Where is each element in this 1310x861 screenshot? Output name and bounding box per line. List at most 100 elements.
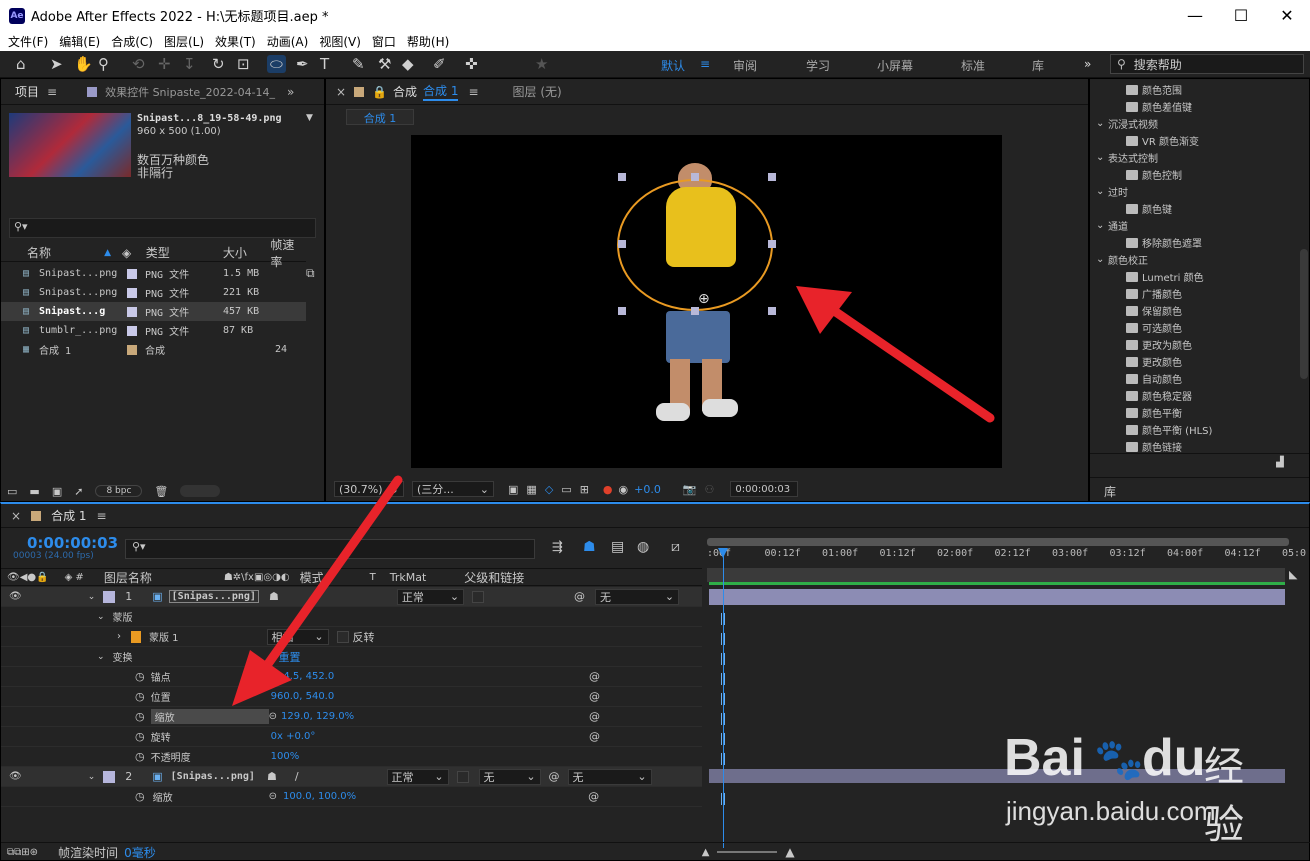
expression-icon[interactable]: @: [589, 670, 600, 683]
snapshot-region-icon[interactable]: ▣: [508, 483, 518, 496]
render-queue-icon[interactable]: ➚: [74, 485, 83, 498]
transform-group-row[interactable]: ⌄ 变换 重置: [1, 647, 702, 667]
flowchart-icon[interactable]: ⧉: [306, 266, 315, 281]
layer-label-chip[interactable]: [103, 770, 116, 783]
panel-menu-icon[interactable]: ≡: [468, 85, 478, 99]
invert-checkbox[interactable]: [336, 630, 349, 643]
graph-editor-icon[interactable]: ⧄: [671, 539, 680, 555]
layer-name[interactable]: [Snipas...png]: [168, 590, 259, 603]
menu-composition[interactable]: 合成(C): [111, 33, 153, 50]
text-tool-icon[interactable]: T: [320, 55, 329, 73]
stopwatch-icon[interactable]: ◷: [135, 710, 145, 723]
grid-icon[interactable]: ⊞: [580, 483, 589, 496]
comp-viewer[interactable]: ⊕: [411, 135, 1002, 468]
camera-icon[interactable]: 📷: [683, 483, 697, 496]
effect-category[interactable]: ⌄ 沉浸式视频: [1090, 115, 1158, 132]
effect-item[interactable]: 移除颜色遮罩: [1090, 234, 1202, 251]
eye-icon[interactable]: 👁: [9, 771, 22, 782]
mode-select[interactable]: 正常 ⌄: [386, 768, 449, 785]
resolution-select[interactable]: (三分... ⌄: [412, 481, 494, 497]
panel-menu-icon[interactable]: ≡: [97, 509, 107, 523]
trkmat-select[interactable]: 无 ⌄: [478, 768, 541, 785]
effect-item[interactable]: 颜色平衡 (HLS): [1090, 421, 1212, 438]
tab-timeline-comp[interactable]: 合成 1: [51, 507, 86, 524]
sort-up-icon[interactable]: ▲: [104, 248, 122, 258]
thumbnail-size-slider[interactable]: [180, 485, 221, 497]
rotate-tool-icon[interactable]: ↻: [212, 55, 225, 73]
pickwhip-icon[interactable]: @: [574, 590, 585, 603]
project-item-row[interactable]: ▦ 合成 1 合成 24: [1, 340, 306, 359]
pan-tool-icon[interactable]: ✛: [158, 55, 171, 73]
transform-handle[interactable]: [618, 307, 626, 315]
tab-layer[interactable]: 图层 (无): [513, 83, 562, 100]
shy-switch-icon[interactable]: ☗: [269, 590, 279, 603]
transparency-grid-icon[interactable]: ▦: [526, 483, 536, 496]
tab-library[interactable]: 库: [1104, 483, 1116, 500]
mask-row[interactable]: › 蒙版 1 相加 ⌄ 反转: [1, 627, 702, 647]
mode-select[interactable]: 正常 ⌄: [396, 588, 465, 605]
menu-view[interactable]: 视图(V): [319, 33, 361, 50]
property-row[interactable]: ◷ 不透明度 100%: [1, 747, 702, 767]
new-comp-icon[interactable]: ▣: [52, 485, 62, 498]
label-chip[interactable]: [127, 306, 137, 317]
effect-item[interactable]: Lumetri 颜色: [1090, 268, 1204, 285]
parent-select[interactable]: 无 ⌄: [567, 768, 652, 785]
effects-scrollbar[interactable]: [1300, 249, 1308, 379]
effect-item[interactable]: 可选颜色: [1090, 319, 1182, 336]
menu-edit[interactable]: 编辑(E): [59, 33, 100, 50]
motion-blur-icon[interactable]: ◍: [637, 539, 649, 555]
transform-handle[interactable]: [691, 173, 699, 181]
col-type[interactable]: 类型: [146, 244, 223, 261]
label-chip[interactable]: [127, 344, 137, 355]
color-manage-icon[interactable]: ◉: [619, 483, 629, 496]
minimize-button[interactable]: —: [1172, 0, 1218, 31]
chevron-down-icon[interactable]: ⌄: [88, 592, 96, 602]
eraser-tool-icon[interactable]: ◆: [402, 55, 414, 73]
effect-item[interactable]: 颜色平衡: [1090, 404, 1182, 421]
property-row[interactable]: ◷ 缩放 ⊝ 100.0, 100.0% @: [1, 787, 702, 807]
tab-project[interactable]: 项目: [15, 83, 39, 100]
new-folder-icon[interactable]: ▬: [29, 485, 39, 498]
reset-link[interactable]: 重置: [279, 649, 301, 665]
project-item-row[interactable]: ▤ Snipast...g PNG 文件 457 KB: [1, 302, 306, 321]
shy-switch-icon[interactable]: ☗: [267, 770, 277, 783]
dolly-tool-icon[interactable]: ↧: [183, 55, 196, 73]
project-item-row[interactable]: ▤ Snipast...png PNG 文件 221 KB: [1, 283, 306, 302]
col-parent[interactable]: 父级和链接: [464, 569, 524, 586]
comp-breadcrumb[interactable]: 合成 1: [346, 109, 414, 125]
new-preset-icon[interactable]: ▟: [1276, 457, 1284, 468]
timeline-zoom-slider[interactable]: [717, 851, 778, 853]
channel-icon[interactable]: ●: [603, 483, 613, 496]
work-area-bar[interactable]: [707, 538, 1289, 546]
project-item-row[interactable]: ▤ tumblr_...png PNG 文件 87 KB: [1, 321, 306, 340]
mask-name[interactable]: 蒙版 1: [149, 629, 179, 644]
link-icon[interactable]: ⊝: [269, 711, 277, 722]
pickwhip-icon[interactable]: @: [549, 770, 560, 783]
eye-icon[interactable]: 👁: [9, 591, 22, 602]
panel-expand-icon[interactable]: »: [287, 85, 294, 99]
col-trkmat[interactable]: TrkMat: [390, 571, 427, 584]
workspace-learn[interactable]: 学习: [806, 57, 830, 74]
layer1-duration-bar[interactable]: [709, 589, 1285, 605]
panel-menu-icon[interactable]: ≡: [47, 85, 57, 99]
effect-item[interactable]: 保留颜色: [1090, 302, 1182, 319]
item-dropdown-icon[interactable]: ▼: [306, 113, 313, 123]
effect-item[interactable]: 颜色稳定器: [1090, 387, 1192, 404]
layer-row[interactable]: 👁 ⌄ 1 ▣ [Snipas...png] ☗ 正常 ⌄ @ 无 ⌄: [1, 587, 702, 607]
tab-composition[interactable]: 合成: [393, 83, 417, 100]
workspace-default[interactable]: 默认: [661, 57, 685, 74]
menu-window[interactable]: 窗口: [372, 33, 396, 50]
ellipse-tool-icon[interactable]: ⬭: [267, 55, 286, 73]
close-tab-icon[interactable]: ×: [336, 85, 346, 99]
property-row[interactable]: ◷ 位置 960.0, 540.0 @: [1, 687, 702, 707]
menu-file[interactable]: 文件(F): [8, 33, 48, 50]
masks-group-row[interactable]: ⌄ 蒙版: [1, 607, 702, 627]
zoom-tool-icon[interactable]: ⚲: [98, 55, 109, 73]
chevron-down-icon[interactable]: ⌄: [1096, 254, 1108, 265]
clone-tool-icon[interactable]: ⚒: [378, 55, 391, 73]
chevron-down-icon[interactable]: ⌄: [88, 772, 96, 782]
comp-flowchart-icon[interactable]: ⇶: [552, 540, 563, 555]
property-row[interactable]: ◷ 缩放 ⊝ 129.0, 129.0% @: [1, 707, 702, 727]
expression-icon[interactable]: @: [589, 730, 600, 743]
preserve-transparency-checkbox[interactable]: [456, 770, 469, 783]
